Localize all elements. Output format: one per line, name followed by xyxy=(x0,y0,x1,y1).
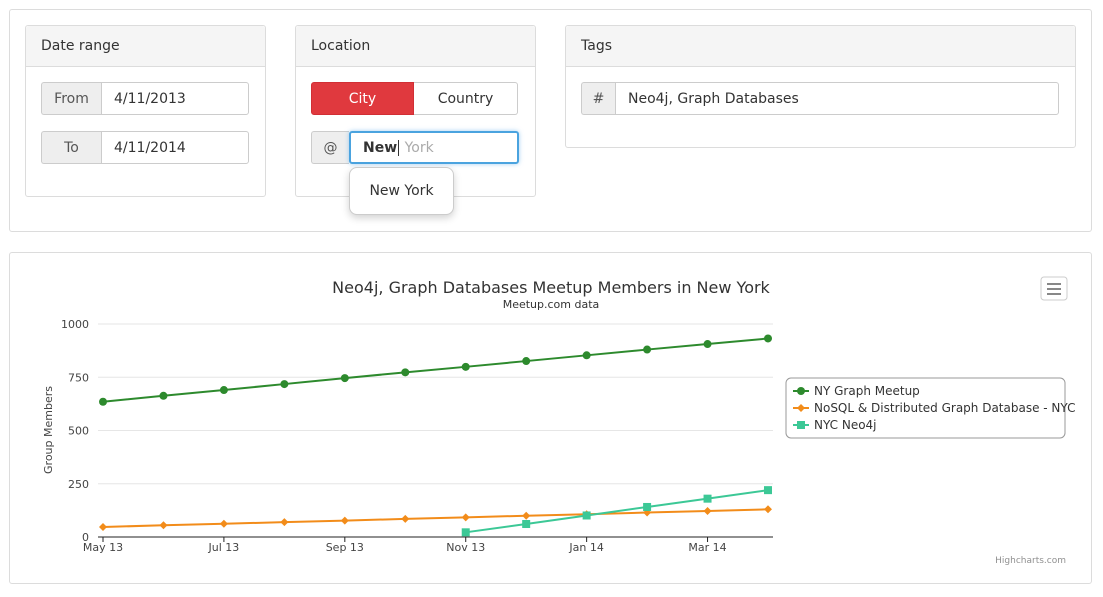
data-point xyxy=(703,494,712,503)
data-point xyxy=(643,345,652,354)
legend-label: NYC Neo4j xyxy=(814,418,877,432)
chart-legend: NY Graph Meetup NoSQL & Distributed Graph… xyxy=(785,377,1075,439)
legend-label: NoSQL & Distributed Graph Database - NYC xyxy=(814,401,1075,415)
x-tick-label: Jan 14 xyxy=(568,541,603,554)
data-point xyxy=(522,520,531,529)
data-point xyxy=(159,521,168,530)
data-point xyxy=(522,357,531,366)
series-0 xyxy=(99,334,772,406)
legend-marker xyxy=(797,387,805,395)
data-point xyxy=(582,351,591,360)
x-tick-label: Sep 13 xyxy=(326,541,364,554)
data-point xyxy=(401,368,410,377)
x-tick-label: Jul 13 xyxy=(208,541,240,554)
data-point xyxy=(643,502,652,511)
data-point xyxy=(522,511,531,520)
data-point xyxy=(401,514,410,523)
data-point xyxy=(280,380,289,389)
x-tick-label: Nov 13 xyxy=(446,541,485,554)
y-axis-label: Group Members xyxy=(42,386,55,474)
x-tick-label: May 13 xyxy=(83,541,123,554)
y-tick-label: 750 xyxy=(68,371,89,384)
data-point xyxy=(764,505,772,514)
data-point xyxy=(703,507,712,516)
series-line xyxy=(102,337,769,403)
location-suggestion-item[interactable]: New York xyxy=(349,167,454,215)
data-point xyxy=(219,519,228,528)
data-point xyxy=(280,518,289,527)
data-point xyxy=(764,486,772,495)
chart-menu-button[interactable] xyxy=(1040,276,1068,301)
legend-item[interactable]: NoSQL & Distributed Graph Database - NYC xyxy=(793,401,1075,415)
legend-label: NY Graph Meetup xyxy=(814,384,920,398)
data-point xyxy=(582,511,591,520)
data-point xyxy=(99,397,107,406)
legend-marker xyxy=(797,421,805,429)
series-1 xyxy=(99,505,772,531)
data-point xyxy=(703,340,712,349)
y-tick-label: 250 xyxy=(68,478,89,491)
data-point xyxy=(340,516,349,525)
members-chart: Neo4j, Graph Databases Meetup Members in… xyxy=(42,276,1075,566)
y-tick-label: 1000 xyxy=(61,318,89,331)
data-point xyxy=(159,391,168,400)
chart-title: Neo4j, Graph Databases Meetup Members in… xyxy=(332,278,770,297)
chart-subtitle: Meetup.com data xyxy=(503,298,600,311)
data-point xyxy=(219,386,228,395)
data-point xyxy=(99,522,107,531)
data-point xyxy=(461,362,470,371)
data-point xyxy=(340,374,349,383)
highcharts-credits[interactable]: Highcharts.com xyxy=(995,556,1066,566)
data-point xyxy=(461,528,470,537)
y-tick-label: 500 xyxy=(68,425,89,438)
x-tick-label: Mar 14 xyxy=(688,541,726,554)
data-point xyxy=(764,334,772,343)
data-point xyxy=(461,513,470,522)
series-line xyxy=(102,508,769,528)
